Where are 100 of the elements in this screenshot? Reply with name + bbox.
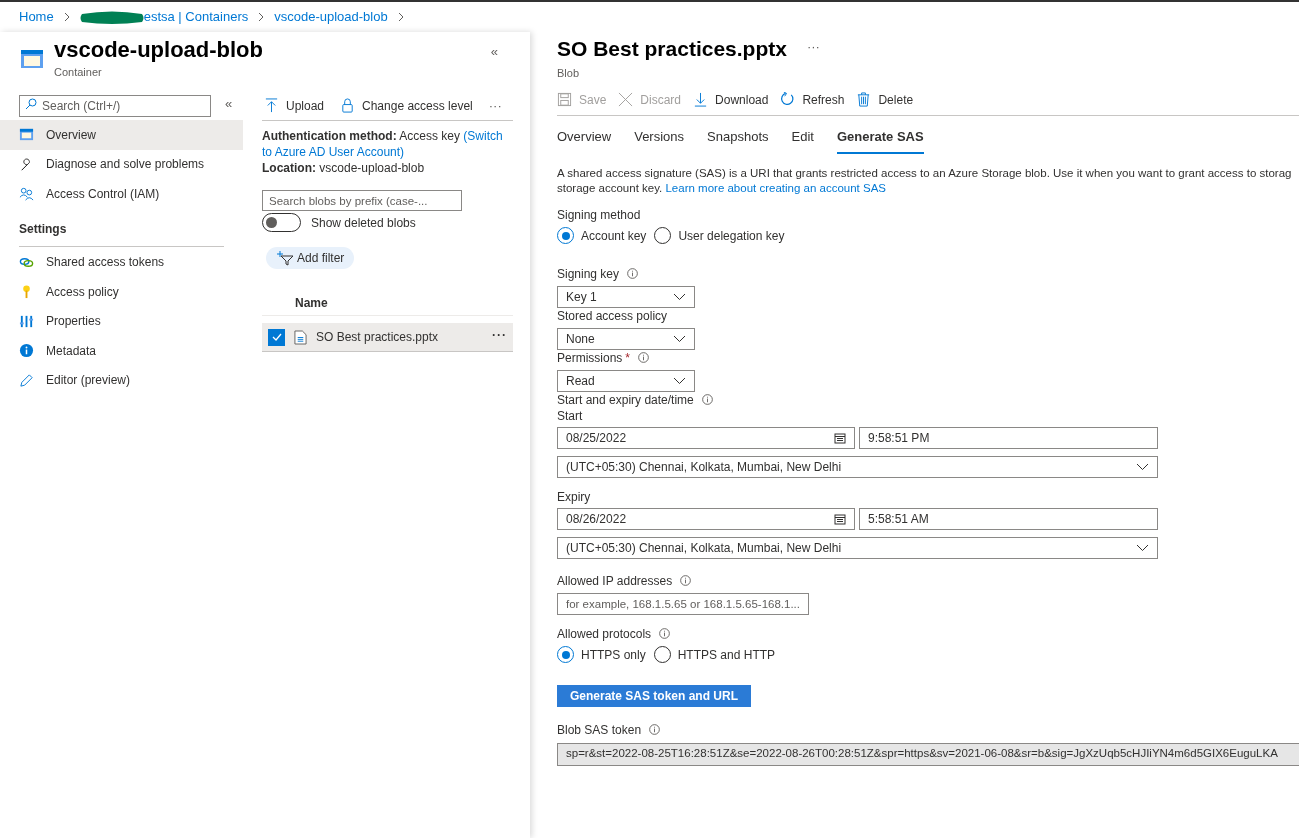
download-icon (693, 92, 709, 107)
tab[interactable]: Generate SAS (836, 127, 924, 154)
date-field[interactable]: 08/25/2022 (557, 426, 855, 449)
chevron-icon (673, 376, 686, 385)
time-field[interactable]: 9:58:51 PM (859, 426, 1158, 449)
info-icon (19, 343, 34, 359)
check-icon (270, 331, 283, 343)
more-button[interactable]: ··· (492, 326, 507, 348)
description-text: A shared access signature (SAS) is a URI that grants restricted access to an Azure Storage blob. Use it when you want to grant access to storag storage account key. Learn more about creating an account SAS (557, 165, 1293, 196)
toolbar-button[interactable]: Delete (856, 90, 914, 109)
info-icon (701, 394, 713, 405)
field-label: Allowed protocols (557, 625, 652, 643)
trash-icon (856, 92, 872, 107)
toolbar-button[interactable]: Download (693, 90, 769, 109)
learn-more-link[interactable]: Learn more about creating an account SAS (665, 181, 887, 194)
search-icon (25, 98, 37, 110)
nav-item[interactable]: Access policy (0, 277, 243, 307)
breadcrumb-link[interactable]: estsa | Containers (143, 7, 249, 27)
ip-field[interactable]: for example, 168.1.5.65 or 168.1.5.65-168.1... (557, 592, 809, 615)
nav-item[interactable]: Editor (preview) (0, 365, 243, 395)
section-heading: Settings (19, 221, 67, 236)
blob-search-field[interactable]: Search blobs by prefix (case-... (262, 190, 462, 211)
more-button[interactable]: ··· (806, 37, 820, 61)
field-label: Start and expiry date/time (557, 391, 694, 409)
nav-item[interactable]: Properties (0, 306, 243, 336)
required-mark: * (625, 349, 631, 367)
lock-icon (340, 98, 356, 113)
timezone-dropdown[interactable]: (UTC+05:30) Chennai, Kolkata, Mumbai, New Delhi (557, 536, 1158, 559)
tab[interactable]: Overview (557, 127, 612, 154)
file-name: SO Best practices.pptx (316, 329, 439, 346)
tab[interactable]: Edit (791, 127, 814, 154)
toolbar-button[interactable]: Change access level (340, 96, 473, 115)
breadcrumb-link[interactable]: vscode-upload-blob (274, 7, 388, 27)
field-label: Start (557, 407, 583, 425)
container-subtitle: Container (54, 65, 103, 80)
upload-icon (264, 98, 279, 113)
calendar-icon (834, 431, 846, 444)
field-label: Expiry (557, 488, 591, 506)
checkbox[interactable] (268, 328, 285, 346)
generate-button[interactable]: Generate SAS token and URL (557, 684, 751, 707)
breadcrumb-link[interactable]: Home (19, 7, 54, 27)
tab[interactable]: Versions (634, 127, 685, 154)
container-icon (19, 127, 34, 143)
chevron-icon (1136, 462, 1149, 471)
chevron-icon (1136, 543, 1149, 552)
close-icon (618, 92, 634, 107)
dropdown[interactable]: None (557, 327, 695, 350)
nav-item[interactable]: Diagnose and solve problems (0, 149, 243, 179)
info-icon (649, 724, 661, 735)
save-icon (557, 92, 572, 107)
radio-option[interactable]: HTTPS only (557, 644, 646, 665)
field-label: Permissions (557, 349, 623, 367)
time-field[interactable]: 5:58:51 AM (859, 507, 1158, 530)
container-title: vscode-upload-blob (54, 36, 263, 64)
toolbar-button[interactable]: Refresh (780, 90, 845, 109)
info-icon (680, 575, 692, 586)
chevron-icon (673, 292, 686, 301)
sas-token-field: sp=r&st=2022-08-25T16:28:51Z&se=2022-08-26T00:28:51Z&spr=https&sv=2021-06-08&sr=b&sig=JgXzUqb5cHJIiYN4m6d5GIX6EuguLKA (557, 742, 1299, 766)
field-label: Stored access policy (557, 307, 668, 325)
radio-option[interactable]: HTTPS and HTTP (653, 644, 776, 665)
info-icon (659, 628, 671, 639)
filter-plus-icon (276, 250, 294, 266)
nav-item[interactable]: Metadata (0, 336, 243, 366)
nav-item[interactable]: Overview (0, 120, 243, 150)
refresh-icon (780, 92, 796, 107)
chevron-icon (673, 334, 686, 343)
calendar-icon (834, 512, 846, 525)
date-field[interactable]: 08/26/2022 (557, 507, 855, 530)
blob-title: SO Best practices.pptx (557, 36, 787, 63)
auth-method-text: Authentication method: Access key (Switch to Azure AD User Account) (262, 128, 504, 160)
more-button[interactable]: ··· (488, 95, 502, 116)
table-row[interactable]: SO Best practices.pptx ··· (262, 323, 513, 352)
location-text: Location: vscode-upload-blob (262, 160, 426, 176)
toggle-label: Show deleted blobs (311, 214, 416, 232)
tab[interactable]: Snapshots (707, 127, 769, 154)
column-header: Name (295, 294, 328, 312)
container-icon (20, 47, 44, 71)
nav-item[interactable]: Shared access tokens (0, 247, 243, 277)
blob-subtitle: Blob (557, 66, 581, 80)
toolbar-button[interactable]: Upload (264, 96, 325, 115)
info-icon (627, 268, 639, 279)
collapse-button[interactable]: « (490, 42, 498, 62)
collapse-button[interactable]: « (225, 94, 233, 114)
radio-option[interactable]: Account key (557, 225, 647, 246)
dropdown[interactable]: Read (557, 369, 695, 392)
pencil-icon (19, 372, 34, 388)
search-field[interactable]: Search (Ctrl+/) (19, 95, 211, 117)
radio-option[interactable]: User delegation key (654, 225, 785, 246)
field-label: Allowed IP addresses (557, 572, 673, 590)
field-label: Signing key (557, 265, 620, 283)
field-label: Signing method (557, 206, 641, 224)
file-icon (294, 329, 307, 345)
dropdown[interactable]: Key 1 (557, 285, 695, 308)
info-icon (638, 352, 650, 363)
bars-icon (19, 313, 34, 329)
people-icon (19, 186, 34, 202)
field-label: Blob SAS token (557, 721, 642, 739)
nav-item[interactable]: Access Control (IAM) (0, 179, 243, 209)
timezone-dropdown[interactable]: (UTC+05:30) Chennai, Kolkata, Mumbai, New Delhi (557, 455, 1158, 478)
add-filter-button[interactable]: Add filter (266, 247, 355, 269)
